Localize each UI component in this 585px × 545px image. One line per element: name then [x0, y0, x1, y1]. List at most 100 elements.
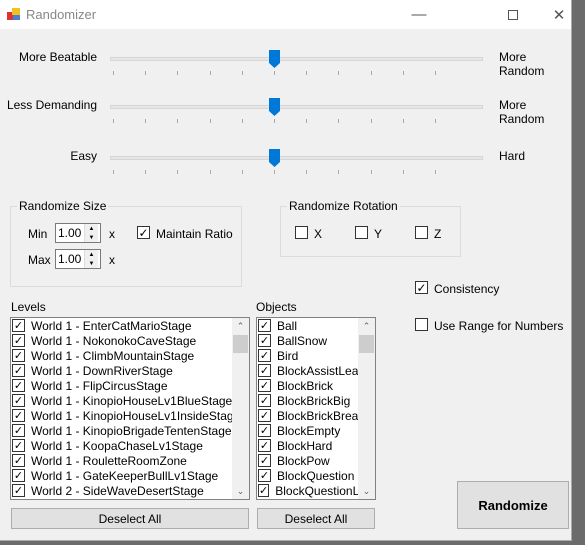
item-checkbox[interactable]: ✓ [12, 424, 25, 437]
list-item[interactable]: ✓ World 2 - SideWaveDesertStage [11, 483, 249, 498]
item-label: World 1 - KinopioBrigadeTentenStage [31, 423, 232, 438]
objects-list[interactable]: ✓ Ball ✓ BallSnow ✓ Bird ✓ BlockAssistLeaf ✓ Bloc… [256, 317, 376, 500]
scroll-up-icon[interactable]: ⌃ [232, 318, 249, 334]
item-checkbox[interactable]: ✓ [12, 394, 25, 407]
min-stepper[interactable]: ▲▼ [55, 223, 101, 243]
slider-tick [306, 71, 308, 75]
slider-thumb[interactable] [269, 98, 280, 116]
slider-tick [274, 119, 275, 123]
item-label: World 2 - SideWaveDesertStage [31, 483, 204, 498]
item-checkbox[interactable]: ✓ [12, 379, 25, 392]
spin-up-icon[interactable]: ▲ [85, 224, 98, 233]
list-item[interactable]: ✓ World 1 - EnterCatMarioStage [11, 318, 249, 333]
item-checkbox[interactable]: ✓ [12, 349, 25, 362]
spin-down-icon[interactable]: ▼ [85, 259, 98, 268]
slider-right-label: More Random [499, 98, 545, 126]
slider-left-label: More Beatable [18, 50, 97, 64]
max-stepper[interactable]: ▲▼ [55, 249, 101, 269]
levels-deselect-all-button[interactable]: Deselect All [11, 508, 249, 529]
objects-deselect-all-button[interactable]: Deselect All [257, 508, 375, 529]
item-checkbox[interactable]: ✓ [258, 364, 271, 377]
use-range-label: Use Range for Numbers [434, 319, 564, 333]
objects-scrollbar[interactable]: ⌃ ⌄ [358, 318, 375, 499]
list-item[interactable]: ✓ World 1 - ClimbMountainStage [11, 348, 249, 363]
list-item[interactable]: ✓ World 1 - KinopioBrigadeTentenStage [11, 423, 249, 438]
spin-down-icon[interactable]: ▼ [85, 233, 98, 242]
check-icon: ✓ [13, 425, 24, 437]
slider-track[interactable] [110, 156, 483, 160]
minimize-button[interactable]: — [396, 0, 442, 29]
item-checkbox[interactable]: ✓ [258, 469, 271, 482]
item-label: BlockAssistLeaf [277, 363, 362, 378]
rotation-axis-label: X [314, 227, 323, 241]
scroll-thumb[interactable] [233, 335, 248, 353]
item-checkbox[interactable]: ✓ [12, 484, 25, 497]
item-checkbox[interactable]: ✓ [12, 409, 25, 422]
randomizer-window: Randomizer — ✕ More Beatable More Random L… [0, 0, 572, 541]
item-checkbox[interactable]: ✓ [12, 454, 25, 467]
close-icon: ✕ [552, 6, 566, 24]
list-item[interactable]: ✓ World 1 - KoopaChaseLv1Stage [11, 438, 249, 453]
max-input[interactable] [56, 250, 84, 268]
item-checkbox[interactable]: ✓ [12, 469, 25, 482]
randomize-size-title: Randomize Size [17, 199, 109, 213]
list-item[interactable]: ✓ World 1 - DownRiverStage [11, 363, 249, 378]
item-checkbox[interactable]: ✓ [258, 319, 271, 332]
slider-tick [113, 119, 114, 123]
list-item[interactable]: ✓ World 1 - NokonokoCaveStage [11, 333, 249, 348]
consistency-checkbox[interactable]: ✓ [415, 281, 428, 295]
rotation-x-checkbox[interactable] [295, 226, 308, 239]
slider-tick [113, 71, 114, 75]
scroll-up-icon[interactable]: ⌃ [358, 318, 375, 334]
item-checkbox[interactable]: ✓ [258, 334, 271, 347]
item-checkbox[interactable]: ✓ [12, 439, 25, 452]
item-label: Bird [277, 348, 299, 363]
item-checkbox[interactable]: ✓ [258, 394, 271, 407]
rotation-z-checkbox[interactable] [415, 226, 428, 239]
slider-track[interactable] [110, 105, 483, 109]
levels-scrollbar[interactable]: ⌃ ⌄ [232, 318, 249, 499]
list-item[interactable]: ✓ World 1 - KinopioHouseLv1InsideStage [11, 408, 249, 423]
list-item[interactable]: ✓ World 1 - GateKeeperBullLv1Stage [11, 468, 249, 483]
item-checkbox[interactable]: ✓ [258, 349, 271, 362]
min-label: Min [28, 227, 48, 241]
slider-tick [370, 119, 372, 123]
randomize-button[interactable]: Randomize [457, 481, 569, 529]
list-item[interactable]: ✓ World 1 - KinopioHouseLv1BlueStage [11, 393, 249, 408]
scroll-down-icon[interactable]: ⌄ [232, 483, 249, 499]
maximize-button[interactable] [490, 0, 536, 29]
item-checkbox[interactable]: ✓ [258, 484, 270, 497]
list-item[interactable]: ✓ World 1 - FlipCircusStage [11, 378, 249, 393]
list-item[interactable]: ✓ World 1 - RouletteRoomZone [11, 453, 249, 468]
rotation-y-checkbox[interactable] [355, 226, 368, 239]
levels-list[interactable]: ✓ World 1 - EnterCatMarioStage ✓ World 1 - … [10, 317, 250, 500]
item-label: World 1 - EnterCatMarioStage [31, 318, 192, 333]
item-checkbox[interactable]: ✓ [258, 379, 271, 392]
close-button[interactable]: ✕ [536, 0, 582, 29]
slider-right-label: More Random [499, 50, 545, 78]
use-range-checkbox[interactable] [415, 318, 428, 331]
item-checkbox[interactable]: ✓ [258, 409, 271, 422]
check-icon: ✓ [13, 350, 24, 362]
item-checkbox[interactable]: ✓ [258, 424, 271, 437]
item-checkbox[interactable]: ✓ [12, 334, 25, 347]
scroll-thumb[interactable] [359, 335, 374, 353]
maintain-ratio-checkbox[interactable]: ✓ [137, 226, 150, 240]
check-icon: ✓ [13, 440, 24, 452]
spin-up-icon[interactable]: ▲ [85, 250, 98, 259]
min-input[interactable] [56, 224, 84, 242]
slider-thumb[interactable] [269, 149, 280, 167]
scroll-down-icon[interactable]: ⌄ [358, 483, 375, 499]
item-checkbox[interactable]: ✓ [258, 439, 271, 452]
item-checkbox[interactable]: ✓ [12, 319, 25, 332]
check-icon: ✓ [259, 440, 270, 452]
item-label: World 1 - GateKeeperBullLv1Stage [31, 468, 219, 483]
slider-left-label: Easy [70, 149, 97, 163]
item-checkbox[interactable]: ✓ [12, 364, 25, 377]
item-checkbox[interactable]: ✓ [258, 454, 271, 467]
check-icon: ✓ [259, 350, 270, 362]
item-label: BlockQuestion [277, 468, 355, 483]
slider-track[interactable] [110, 57, 483, 61]
slider-thumb[interactable] [269, 50, 280, 68]
slider-tick [177, 119, 179, 123]
